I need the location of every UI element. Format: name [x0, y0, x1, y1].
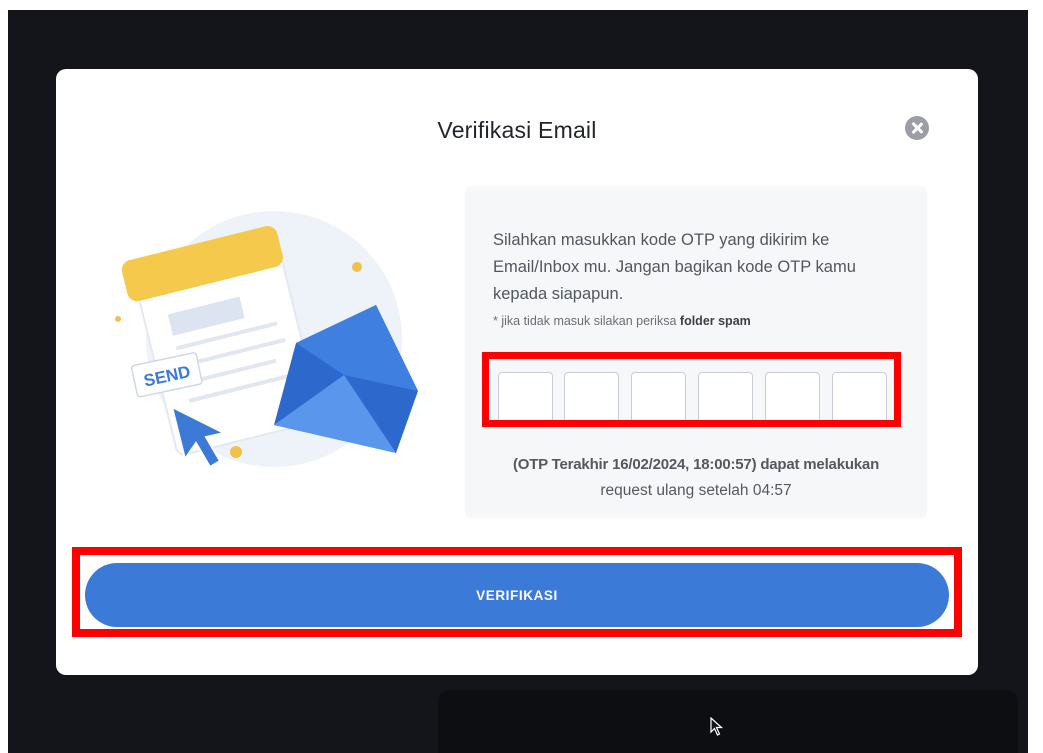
decor-dot — [352, 262, 362, 272]
otp-instructions: Silahkan masukkan kode OTP yang dikirim … — [493, 231, 856, 303]
spam-folder-emphasis: folder spam — [679, 314, 751, 328]
email-verification-modal: Verifikasi Email SEND Silahkan masukkan … — [56, 69, 978, 675]
background-panel — [438, 690, 1018, 753]
mouse-pointer-icon — [710, 717, 724, 736]
decor-dot — [115, 316, 121, 322]
email-send-illustration: SEND — [115, 211, 418, 469]
verify-button[interactable]: VERIFIKASI — [85, 563, 949, 627]
spam-note-text: * jika tidak masuk silakan periksa — [493, 314, 677, 328]
close-icon[interactable] — [905, 116, 929, 140]
resend-info: (OTP Terakhir 16/02/2024, 18:00:57) dapa… — [465, 452, 927, 504]
decor-dot — [230, 446, 242, 458]
otp-digit-4[interactable] — [698, 372, 753, 426]
resend-countdown: request ulang setelah 04:57 — [600, 482, 792, 499]
spam-note: * jika tidak masuk silakan periksa folde… — [493, 314, 751, 328]
modal-title: Verifikasi Email — [437, 117, 597, 143]
last-otp-text: (OTP Terakhir 16/02/2024, 18:00:57) dapa… — [512, 456, 880, 473]
otp-digit-5[interactable] — [765, 372, 820, 426]
otp-digit-1[interactable] — [498, 372, 553, 426]
otp-digit-2[interactable] — [564, 372, 619, 426]
otp-digit-3[interactable] — [631, 372, 686, 426]
otp-panel: Silahkan masukkan kode OTP yang dikirim … — [465, 186, 927, 518]
otp-digit-6[interactable] — [832, 372, 887, 426]
